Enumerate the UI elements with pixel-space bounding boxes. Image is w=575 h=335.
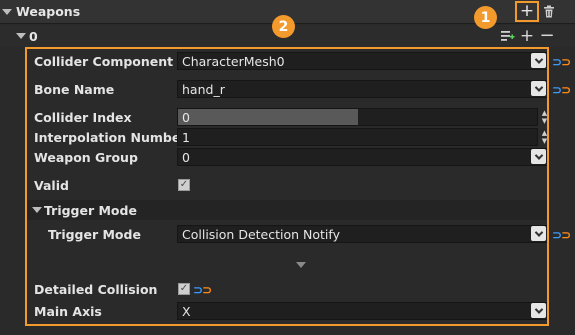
add-component-button[interactable]	[500, 28, 516, 44]
delete-weapons-button[interactable]	[541, 3, 557, 20]
minus-icon: −	[539, 25, 555, 46]
bone-name-reset-icons[interactable]: ⊃⊃	[552, 83, 571, 97]
highlight-box-add-button	[515, 1, 539, 22]
annotation-badge-2: 2	[272, 15, 295, 38]
add-component-icon	[501, 30, 515, 41]
collapse-triangle-icon[interactable]	[2, 8, 12, 15]
weapon-item-index: 0	[29, 28, 38, 44]
highlight-box-properties	[25, 47, 549, 326]
plus-icon: +	[519, 25, 535, 46]
collapse-triangle-icon[interactable]	[16, 33, 26, 39]
trash-icon	[544, 5, 554, 18]
trigger-mode-reset-icons[interactable]: ⊃⊃	[552, 228, 571, 242]
remove-item-button[interactable]: −	[539, 27, 555, 45]
annotation-badge-1: 1	[474, 6, 497, 29]
weapons-title: Weapons	[16, 4, 81, 19]
collider-component-reset-icons[interactable]: ⊃⊃	[552, 55, 571, 69]
insert-item-button[interactable]: +	[519, 27, 535, 45]
